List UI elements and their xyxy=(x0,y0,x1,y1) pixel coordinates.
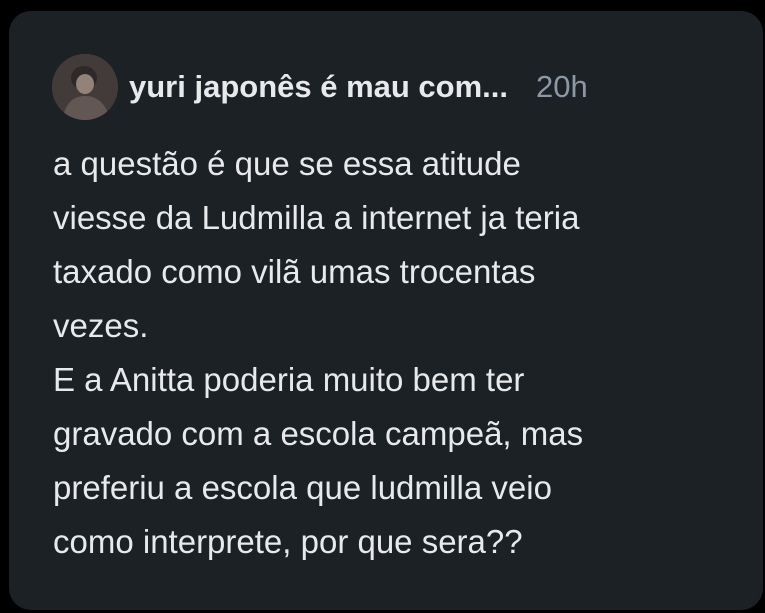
tweet-paragraph-2: E a Anitta poderia muito bem ter gravado… xyxy=(53,361,584,560)
tweet-text: a questão é que se essa atitude viesse d… xyxy=(53,137,743,569)
tweet-header: yuri japonês é mau com... 20h xyxy=(52,54,588,120)
avatar[interactable] xyxy=(52,54,118,120)
avatar-photo-icon xyxy=(52,54,118,120)
tweet-timestamp[interactable]: 20h xyxy=(536,69,588,105)
tweet-card[interactable]: yuri japonês é mau com... 20h a questão … xyxy=(9,11,763,610)
author-name[interactable]: yuri japonês é mau com... xyxy=(129,69,508,105)
tweet-paragraph-1: a questão é que se essa atitude viesse d… xyxy=(53,145,580,344)
